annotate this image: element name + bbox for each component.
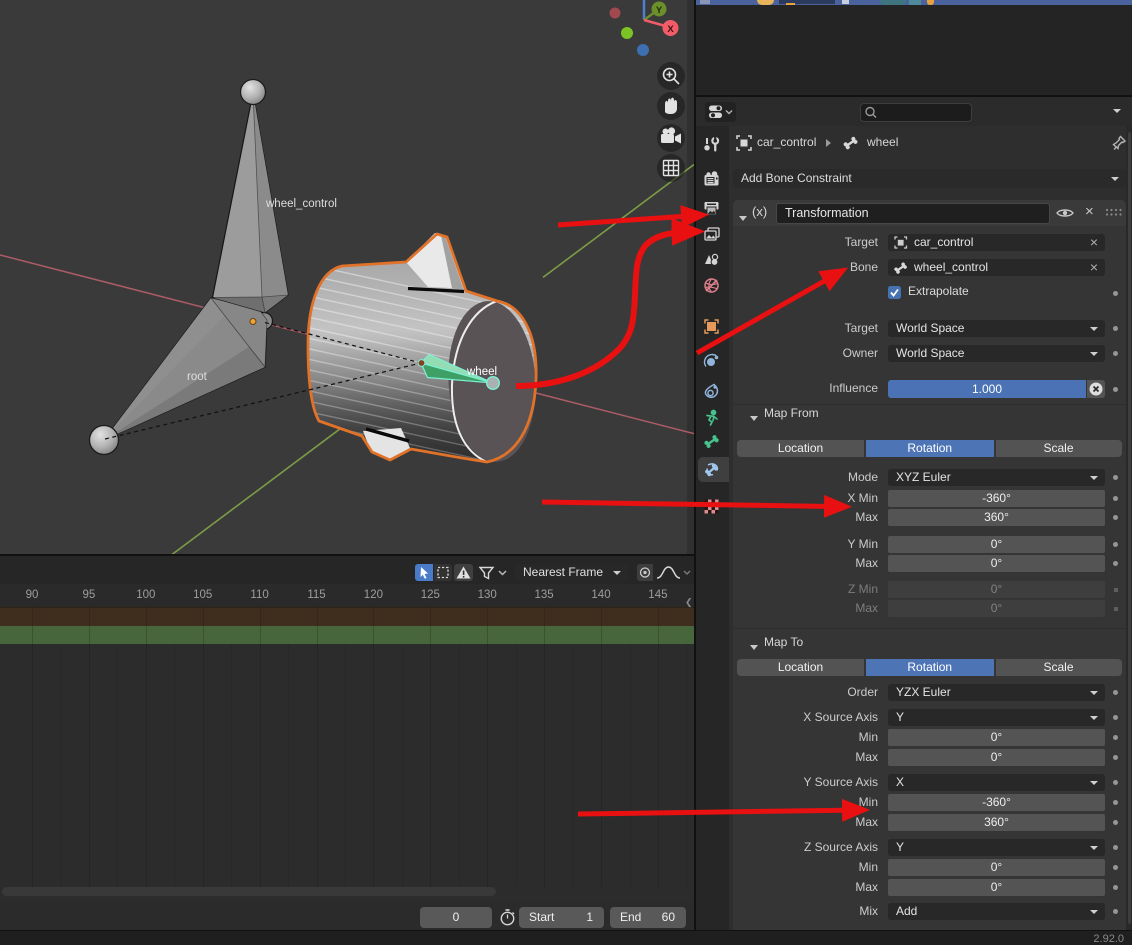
svg-text:Y: Y: [656, 5, 663, 16]
svg-text:wheel_control: wheel_control: [265, 198, 337, 210]
svg-text:X: X: [667, 24, 674, 35]
svg-text:wheel: wheel: [466, 366, 497, 378]
svg-text:root: root: [187, 371, 208, 383]
